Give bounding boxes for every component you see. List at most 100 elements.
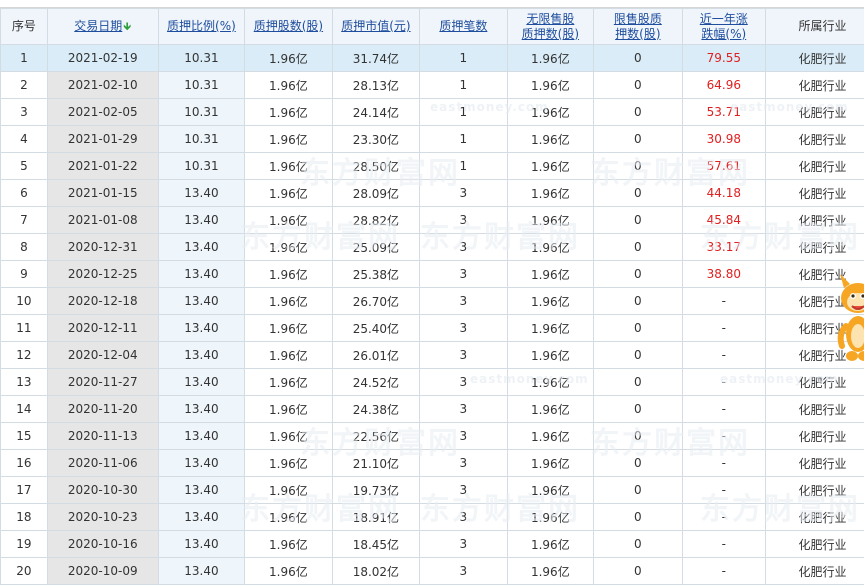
header-restricted-line1[interactable]: 限售股质 bbox=[614, 12, 662, 26]
cell-serial: 5 bbox=[1, 153, 48, 180]
cell-year-change: - bbox=[682, 558, 765, 585]
cell-unrestricted: 1.96亿 bbox=[507, 423, 593, 450]
cell-restricted: 0 bbox=[594, 261, 683, 288]
cell-serial: 10 bbox=[1, 288, 48, 315]
cell-serial: 9 bbox=[1, 261, 48, 288]
cell-serial: 12 bbox=[1, 342, 48, 369]
cell-pledge-ratio: 13.40 bbox=[158, 342, 244, 369]
cell-industry: 化肥行业 bbox=[766, 504, 864, 531]
table-row[interactable]: 82020-12-3113.401.96亿25.09亿31.96亿033.17化… bbox=[1, 234, 864, 261]
header-pledge-shares[interactable]: 质押股数(股) bbox=[245, 9, 332, 45]
table-row[interactable]: 132020-11-2713.401.96亿24.52亿31.96亿0-化肥行业 bbox=[1, 369, 864, 396]
table-row[interactable]: 202020-10-0913.401.96亿18.02亿31.96亿0-化肥行业 bbox=[1, 558, 864, 585]
cell-unrestricted: 1.96亿 bbox=[507, 369, 593, 396]
down-arrow-icon[interactable]: 🡻 bbox=[123, 20, 131, 33]
table-row[interactable]: 52021-01-2210.311.96亿28.50亿11.96亿057.61化… bbox=[1, 153, 864, 180]
table-row[interactable]: 112020-12-1113.401.96亿25.40亿31.96亿0-化肥行业 bbox=[1, 315, 864, 342]
cell-trade-date: 2020-10-23 bbox=[47, 504, 158, 531]
cell-pledge-value: 25.38亿 bbox=[332, 261, 419, 288]
cell-trade-date: 2020-11-06 bbox=[47, 450, 158, 477]
cell-restricted: 0 bbox=[594, 450, 683, 477]
cell-trade-date: 2021-02-10 bbox=[47, 72, 158, 99]
header-unrestricted-line2[interactable]: 质押数(股) bbox=[522, 27, 579, 41]
cell-pledge-value: 28.82亿 bbox=[332, 207, 419, 234]
cell-restricted: 0 bbox=[594, 423, 683, 450]
table-row[interactable]: 72021-01-0813.401.96亿28.82亿31.96亿045.84化… bbox=[1, 207, 864, 234]
table-row[interactable]: 162020-11-0613.401.96亿21.10亿31.96亿0-化肥行业 bbox=[1, 450, 864, 477]
cell-pledge-value: 26.70亿 bbox=[332, 288, 419, 315]
cell-pledge-value: 19.73亿 bbox=[332, 477, 419, 504]
cell-restricted: 0 bbox=[594, 477, 683, 504]
table-row[interactable]: 92020-12-2513.401.96亿25.38亿31.96亿038.80化… bbox=[1, 261, 864, 288]
table-row[interactable]: 142020-11-2013.401.96亿24.38亿31.96亿0-化肥行业 bbox=[1, 396, 864, 423]
cell-industry: 化肥行业 bbox=[766, 72, 864, 99]
table-row[interactable]: 12021-02-1910.311.96亿31.74亿11.96亿079.55化… bbox=[1, 45, 864, 72]
table-row[interactable]: 122020-12-0413.401.96亿26.01亿31.96亿0-化肥行业 bbox=[1, 342, 864, 369]
header-pledge-value[interactable]: 质押市值(元) bbox=[332, 9, 419, 45]
header-restricted-line2[interactable]: 押数(股) bbox=[615, 27, 660, 41]
cell-serial: 4 bbox=[1, 126, 48, 153]
cell-restricted: 0 bbox=[594, 531, 683, 558]
cell-pledge-value: 24.14亿 bbox=[332, 99, 419, 126]
cell-unrestricted: 1.96亿 bbox=[507, 207, 593, 234]
cell-serial: 17 bbox=[1, 477, 48, 504]
cell-industry: 化肥行业 bbox=[766, 234, 864, 261]
top-border bbox=[0, 0, 864, 8]
cell-trade-date: 2021-01-29 bbox=[47, 126, 158, 153]
cell-pledge-shares: 1.96亿 bbox=[245, 369, 332, 396]
cell-industry: 化肥行业 bbox=[766, 531, 864, 558]
cell-unrestricted: 1.96亿 bbox=[507, 396, 593, 423]
cell-pledge-ratio: 13.40 bbox=[158, 369, 244, 396]
header-trade-date-label[interactable]: 交易日期 bbox=[74, 19, 122, 33]
cell-year-change: 79.55 bbox=[682, 45, 765, 72]
header-pledge-value-label[interactable]: 质押市值(元) bbox=[341, 19, 410, 33]
table-row[interactable]: 22021-02-1010.311.96亿28.13亿11.96亿064.96化… bbox=[1, 72, 864, 99]
header-pledge-count[interactable]: 质押笔数 bbox=[420, 9, 507, 45]
cell-year-change: - bbox=[682, 288, 765, 315]
cell-pledge-value: 28.09亿 bbox=[332, 180, 419, 207]
header-pledge-count-label[interactable]: 质押笔数 bbox=[439, 19, 487, 33]
cell-pledge-ratio: 10.31 bbox=[158, 126, 244, 153]
cell-serial: 14 bbox=[1, 396, 48, 423]
cell-pledge-value: 18.91亿 bbox=[332, 504, 419, 531]
table-row[interactable]: 172020-10-3013.401.96亿19.73亿31.96亿0-化肥行业 bbox=[1, 477, 864, 504]
cell-pledge-shares: 1.96亿 bbox=[245, 72, 332, 99]
cell-serial: 16 bbox=[1, 450, 48, 477]
cell-unrestricted: 1.96亿 bbox=[507, 99, 593, 126]
cell-restricted: 0 bbox=[594, 288, 683, 315]
cell-pledge-count: 3 bbox=[420, 423, 507, 450]
cell-pledge-value: 21.10亿 bbox=[332, 450, 419, 477]
cell-industry: 化肥行业 bbox=[766, 423, 864, 450]
table-row[interactable]: 182020-10-2313.401.96亿18.91亿31.96亿0-化肥行业 bbox=[1, 504, 864, 531]
cell-year-change: - bbox=[682, 369, 765, 396]
table-row[interactable]: 32021-02-0510.311.96亿24.14亿11.96亿053.71化… bbox=[1, 99, 864, 126]
header-unrestricted[interactable]: 无限售股质押数(股) bbox=[507, 9, 593, 45]
cell-unrestricted: 1.96亿 bbox=[507, 45, 593, 72]
header-year-change-line1[interactable]: 近一年涨 bbox=[700, 12, 748, 26]
cell-year-change: 57.61 bbox=[682, 153, 765, 180]
cell-pledge-count: 3 bbox=[420, 450, 507, 477]
table-row[interactable]: 62021-01-1513.401.96亿28.09亿31.96亿044.18化… bbox=[1, 180, 864, 207]
mascot-icon[interactable] bbox=[834, 268, 864, 368]
header-pledge-ratio-label[interactable]: 质押比例(%) bbox=[167, 19, 236, 33]
cell-pledge-count: 3 bbox=[420, 315, 507, 342]
table-row[interactable]: 102020-12-1813.401.96亿26.70亿31.96亿0-化肥行业 bbox=[1, 288, 864, 315]
header-restricted[interactable]: 限售股质押数(股) bbox=[594, 9, 683, 45]
cell-unrestricted: 1.96亿 bbox=[507, 180, 593, 207]
header-unrestricted-line1[interactable]: 无限售股 bbox=[526, 12, 574, 26]
header-pledge-ratio[interactable]: 质押比例(%) bbox=[158, 9, 244, 45]
table-row[interactable]: 152020-11-1313.401.96亿22.56亿31.96亿0-化肥行业 bbox=[1, 423, 864, 450]
header-pledge-shares-label[interactable]: 质押股数(股) bbox=[254, 19, 323, 33]
cell-unrestricted: 1.96亿 bbox=[507, 153, 593, 180]
table-row[interactable]: 192020-10-1613.401.96亿18.45亿31.96亿0-化肥行业 bbox=[1, 531, 864, 558]
table-row[interactable]: 42021-01-2910.311.96亿23.30亿11.96亿030.98化… bbox=[1, 126, 864, 153]
cell-pledge-count: 3 bbox=[420, 477, 507, 504]
cell-pledge-value: 26.01亿 bbox=[332, 342, 419, 369]
cell-restricted: 0 bbox=[594, 126, 683, 153]
cell-pledge-count: 1 bbox=[420, 72, 507, 99]
cell-pledge-ratio: 13.40 bbox=[158, 315, 244, 342]
cell-pledge-value: 24.52亿 bbox=[332, 369, 419, 396]
header-year-change[interactable]: 近一年涨跌幅(%) bbox=[682, 9, 765, 45]
header-year-change-line2[interactable]: 跌幅(%) bbox=[701, 27, 746, 41]
header-trade-date[interactable]: 交易日期🡻 bbox=[47, 9, 158, 45]
